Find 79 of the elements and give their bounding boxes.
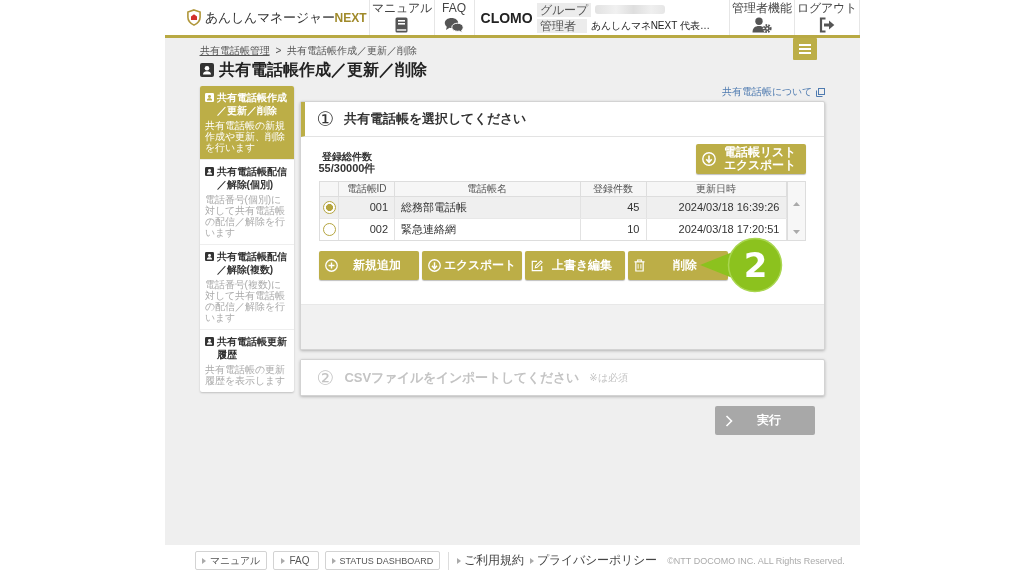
user-gear-icon bbox=[751, 17, 772, 33]
sidebar-item[interactable]: 共有電話帳配信／解除(複数) 電話番号(複数)に対して共有電話帳の配信／解除を行います bbox=[199, 245, 294, 330]
caret-up-icon bbox=[792, 202, 800, 206]
table-header-cell: 登録件数 bbox=[580, 182, 646, 196]
logout-icon bbox=[818, 17, 835, 33]
step-number: ② bbox=[316, 366, 335, 389]
table-cell: 10 bbox=[580, 218, 646, 240]
count-label: 登録総件数 bbox=[321, 151, 372, 162]
breadcrumb-link[interactable]: 共有電話帳管理 bbox=[199, 45, 270, 57]
chevron-right-icon bbox=[724, 414, 733, 427]
account-name: あんしんマネNEXT 代表… bbox=[590, 19, 710, 32]
sidebar-item-description: 電話番号(個別)に対して共有電話帳の配信／解除を行います bbox=[204, 194, 286, 238]
radio-button[interactable] bbox=[322, 200, 336, 214]
table-header-cell: 更新日時 bbox=[646, 182, 786, 196]
download-icon bbox=[427, 259, 441, 272]
step-title: 共有電話帳を選択してください bbox=[344, 110, 527, 128]
account-label: 管理者 bbox=[536, 18, 587, 33]
help-link[interactable]: 共有電話帳について bbox=[721, 86, 825, 98]
brand-logo: CLOMO bbox=[480, 9, 533, 26]
table-cell: 2024/03/18 16:39:26 bbox=[646, 196, 786, 218]
menu-button[interactable] bbox=[792, 38, 817, 60]
table-header-cell: 電話帳名 bbox=[394, 182, 580, 196]
sidebar-item-description: 共有電話帳の新規作成や更新、削除を行います bbox=[204, 120, 286, 153]
copyright-text: ©NTT DOCOMO INC. ALL Rights Reserved. bbox=[667, 555, 845, 566]
footer-button[interactable]: STATUS DASHBOARD bbox=[324, 551, 441, 570]
blurred-text-block bbox=[594, 5, 665, 14]
contact-card-icon bbox=[204, 93, 214, 102]
table-header-cell: 電話帳ID bbox=[338, 182, 395, 196]
table-cell: 総務部電話帳 bbox=[394, 196, 580, 218]
external-link-icon bbox=[815, 87, 825, 97]
header-action-link[interactable]: ログアウト bbox=[793, 0, 859, 35]
sidebar-item-title: 共有電話帳配信／解除(複数) bbox=[216, 250, 288, 276]
contact-card-icon bbox=[199, 63, 214, 77]
sidebar-item-title: 共有電話帳作成／更新／削除 bbox=[216, 91, 288, 117]
app-logo[interactable]: あんしんマネージャーNEXT bbox=[204, 9, 367, 26]
trash-icon bbox=[633, 259, 645, 272]
shield-icon bbox=[186, 9, 201, 26]
radio-button[interactable] bbox=[322, 222, 336, 236]
breadcrumb-separator: > bbox=[275, 45, 282, 57]
header-action-link[interactable]: 管理者機能 bbox=[728, 0, 794, 35]
sidebar-item[interactable]: 共有電話帳配信／解除(個別) 電話番号(個別)に対して共有電話帳の配信／解除を行います bbox=[199, 160, 294, 245]
plus-circle-icon bbox=[324, 259, 338, 272]
sidebar-item-title: 共有電話帳更新履歴 bbox=[216, 335, 288, 361]
caret-down-icon bbox=[792, 230, 800, 234]
contact-card-icon bbox=[204, 337, 214, 346]
breadcrumb-current: 共有電話帳作成／更新／削除 bbox=[287, 45, 418, 57]
table-cell: 001 bbox=[338, 196, 395, 218]
header-nav-link[interactable]: マニュアル bbox=[368, 0, 434, 35]
page-title: 共有電話帳作成／更新／削除 bbox=[218, 60, 427, 80]
step-title: CSVファイルをインポートしてください bbox=[344, 368, 580, 387]
triangle-icon bbox=[457, 557, 462, 564]
sidebar-item[interactable]: 共有電話帳更新履歴 共有電話帳の更新履歴を表示します bbox=[199, 330, 294, 392]
download-icon bbox=[701, 152, 716, 166]
footer-link[interactable]: ご利用規約 bbox=[457, 552, 525, 569]
footer-button[interactable]: マニュアル bbox=[194, 551, 267, 570]
sidebar-item-description: 電話番号(複数)に対して共有電話帳の配信／解除を行います bbox=[204, 279, 286, 323]
chat-bubbles-icon bbox=[444, 17, 464, 33]
footer-button[interactable]: FAQ bbox=[272, 551, 319, 570]
sidebar-item-title: 共有電話帳配信／解除(個別) bbox=[216, 165, 288, 191]
contact-card-icon bbox=[204, 167, 214, 176]
count-value: 55/30000件 bbox=[318, 162, 376, 174]
triangle-icon bbox=[331, 557, 336, 564]
book-icon bbox=[395, 17, 408, 33]
edit-icon bbox=[530, 259, 543, 272]
triangle-icon bbox=[201, 557, 206, 564]
table-cell: 45 bbox=[580, 196, 646, 218]
triangle-icon bbox=[281, 557, 286, 564]
step-number: ① bbox=[316, 108, 335, 130]
contact-card-icon bbox=[204, 252, 214, 261]
triangle-icon bbox=[530, 557, 535, 564]
table-cell: 緊急連絡網 bbox=[394, 218, 580, 240]
table-row[interactable]: 001 総務部電話帳 45 2024/03/18 16:39:26 bbox=[319, 196, 786, 218]
step-callout: 2 bbox=[698, 237, 783, 293]
account-label: グループ bbox=[536, 2, 591, 17]
sidebar-item-description: 共有電話帳の更新履歴を表示します bbox=[204, 364, 286, 386]
footer-link[interactable]: プライバシーポリシー bbox=[530, 552, 658, 569]
header-nav-link[interactable]: FAQ bbox=[433, 0, 474, 35]
table-cell: 002 bbox=[338, 218, 395, 240]
menu-icon bbox=[798, 44, 811, 54]
